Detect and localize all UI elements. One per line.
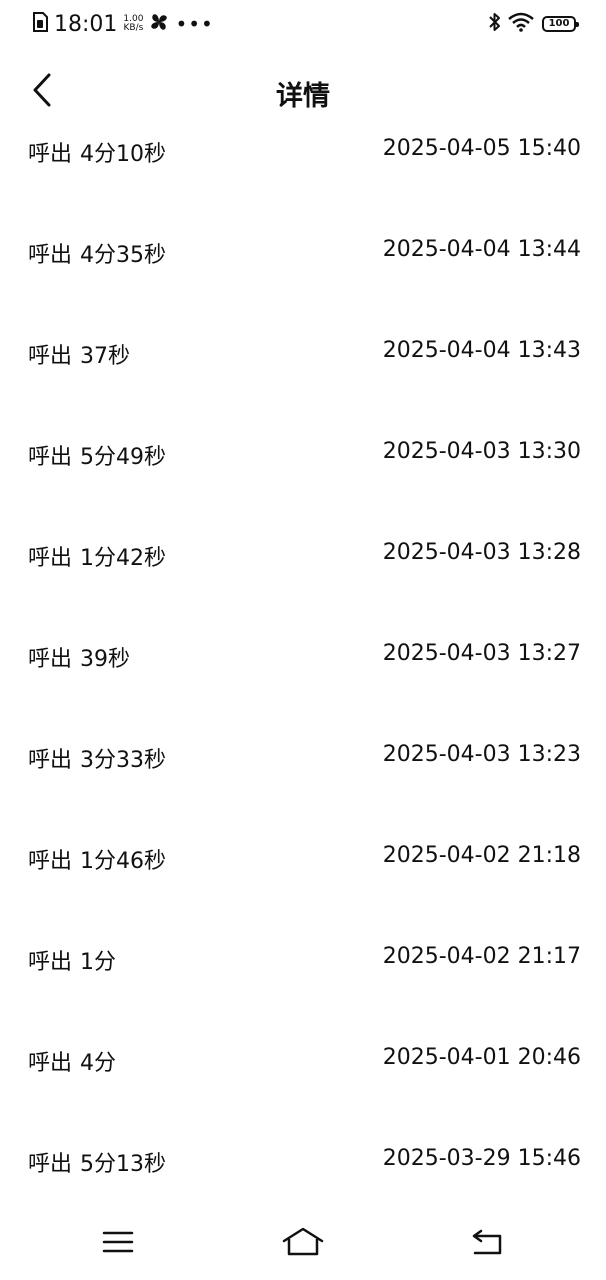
- call-direction: 呼出: [28, 748, 73, 773]
- call-log-row[interactable]: 呼出 4分10秒 2025-04-05 15:40: [0, 100, 606, 201]
- call-log-row[interactable]: 呼出 1分42秒 2025-04-03 13:28: [0, 504, 606, 605]
- call-duration: 4分: [80, 1051, 117, 1076]
- call-duration: 39秒: [80, 647, 131, 672]
- menu-icon: [102, 1230, 134, 1258]
- call-log-row[interactable]: 呼出 3分33秒 2025-04-03 13:23: [0, 706, 606, 807]
- call-duration: 5分49秒: [80, 445, 167, 470]
- call-log-row[interactable]: 呼出 37秒 2025-04-04 13:43: [0, 302, 606, 403]
- call-timestamp: 2025-04-03 13:23: [382, 742, 581, 767]
- network-speed-unit: KB/s: [123, 23, 144, 33]
- call-log-row[interactable]: 呼出 1分 2025-04-02 21:17: [0, 908, 606, 1009]
- sim-card-icon: [32, 12, 48, 36]
- call-direction: 呼出: [28, 546, 73, 571]
- back-icon: [471, 1228, 505, 1260]
- call-duration: 1分46秒: [80, 849, 167, 874]
- home-button[interactable]: [281, 1222, 325, 1266]
- call-log-row[interactable]: 呼出 39秒 2025-04-03 13:27: [0, 605, 606, 706]
- fan-icon: [149, 12, 169, 36]
- call-timestamp: 2025-04-02 21:18: [382, 843, 581, 868]
- call-type-label: 呼出 37秒: [28, 338, 130, 370]
- call-type-label: 呼出 4分35秒: [28, 237, 166, 269]
- system-nav-bar: [0, 1210, 606, 1280]
- call-timestamp: 2025-04-05 15:40: [382, 136, 581, 161]
- call-type-label: 呼出 5分13秒: [28, 1146, 166, 1178]
- call-direction: 呼出: [28, 142, 73, 167]
- call-type-label: 呼出 39秒: [28, 641, 130, 673]
- call-direction: 呼出: [28, 950, 73, 975]
- recent-apps-button[interactable]: [96, 1222, 140, 1266]
- call-type-label: 呼出 4分10秒: [28, 136, 166, 168]
- call-duration: 1分42秒: [80, 546, 167, 571]
- call-log-list: 呼出 4分10秒 2025-04-05 15:40 呼出 4分35秒 2025-04…: [0, 100, 606, 1211]
- battery-icon: 100: [542, 16, 579, 32]
- wifi-icon: [508, 12, 534, 36]
- call-direction: 呼出: [28, 849, 73, 874]
- call-timestamp: 2025-04-03 13:30: [382, 439, 581, 464]
- call-direction: 呼出: [28, 1051, 73, 1076]
- status-time: 18:01: [54, 11, 118, 37]
- call-timestamp: 2025-04-01 20:46: [382, 1045, 581, 1070]
- status-bar: 18:01 1.00 KB/s ••• 100: [0, 0, 606, 48]
- call-direction: 呼出: [28, 647, 73, 672]
- more-notifications-icon: •••: [175, 12, 214, 36]
- call-direction: 呼出: [28, 344, 73, 369]
- call-timestamp: 2025-04-03 13:28: [382, 540, 581, 565]
- network-speed: 1.00 KB/s: [123, 15, 143, 33]
- call-log-row[interactable]: 呼出 1分46秒 2025-04-02 21:18: [0, 807, 606, 908]
- call-timestamp: 2025-04-03 13:27: [382, 641, 581, 666]
- call-timestamp: 2025-03-29 15:46: [382, 1146, 581, 1171]
- back-nav-button[interactable]: [466, 1222, 510, 1266]
- bluetooth-icon: [488, 11, 502, 37]
- call-log-row[interactable]: 呼出 4分35秒 2025-04-04 13:44: [0, 201, 606, 302]
- call-timestamp: 2025-04-04 13:44: [382, 237, 581, 262]
- call-type-label: 呼出 4分: [28, 1045, 116, 1077]
- call-log-row[interactable]: 呼出 4分 2025-04-01 20:46: [0, 1009, 606, 1110]
- home-icon: [282, 1227, 324, 1261]
- call-type-label: 呼出 3分33秒: [28, 742, 166, 774]
- call-duration: 5分13秒: [80, 1152, 167, 1177]
- call-direction: 呼出: [28, 1152, 73, 1177]
- call-type-label: 呼出 5分49秒: [28, 439, 166, 471]
- call-log-row[interactable]: 呼出 5分49秒 2025-04-03 13:30: [0, 403, 606, 504]
- call-duration: 37秒: [80, 344, 131, 369]
- call-duration: 4分10秒: [80, 142, 167, 167]
- call-duration: 4分35秒: [80, 243, 167, 268]
- call-type-label: 呼出 1分: [28, 944, 116, 976]
- call-duration: 3分33秒: [80, 748, 167, 773]
- call-direction: 呼出: [28, 243, 73, 268]
- call-direction: 呼出: [28, 445, 73, 470]
- call-timestamp: 2025-04-02 21:17: [382, 944, 581, 969]
- call-type-label: 呼出 1分46秒: [28, 843, 166, 875]
- call-timestamp: 2025-04-04 13:43: [382, 338, 581, 363]
- call-log-row[interactable]: 呼出 5分13秒 2025-03-29 15:46: [0, 1110, 606, 1211]
- call-type-label: 呼出 1分42秒: [28, 540, 166, 572]
- status-bar-left: 18:01 1.00 KB/s •••: [32, 10, 214, 38]
- call-duration: 1分: [80, 950, 117, 975]
- status-bar-right: 100: [488, 10, 579, 38]
